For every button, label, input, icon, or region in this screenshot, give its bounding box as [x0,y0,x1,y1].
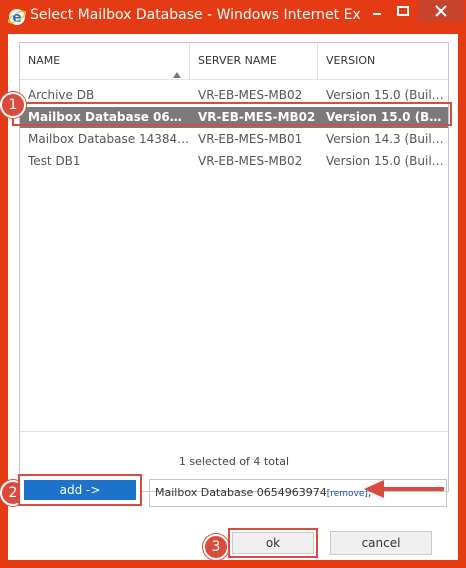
internet-explorer-icon: e [7,7,27,27]
annotation-arrow-icon [362,477,444,505]
minimize-button[interactable] [364,0,390,22]
table-row-selected[interactable]: Mailbox Database 06549... VR-EB-MES-MB02… [20,107,448,128]
column-header-name[interactable]: NAME [20,43,190,79]
database-table: NAME SERVER NAME VERSION Archive DB VR-E… [19,42,449,492]
table-row[interactable]: Mailbox Database 1438495... VR-EB-MES-MB… [20,129,448,150]
selected-database-value: Mailbox Database 0654963974 [155,486,327,499]
maximize-button[interactable] [390,0,416,22]
table-row[interactable]: Test DB1 VR-EB-MES-MB02 Version 15.0 (Bu… [20,151,448,172]
close-button[interactable] [418,0,464,22]
cancel-button[interactable]: cancel [330,531,432,555]
column-header-server[interactable]: SERVER NAME [190,43,318,79]
title-bar[interactable]: e Select Mailbox Database - Windows Inte… [0,0,466,34]
column-header-version[interactable]: VERSION [318,43,448,79]
window-title: Select Mailbox Database - Windows Intern… [30,7,362,23]
add-button[interactable]: add -> [24,480,136,500]
annotation-highlight-add: add -> [18,474,142,506]
annotation-highlight-ok: ok [228,528,318,558]
dialog-window: e Select Mailbox Database - Windows Inte… [0,0,466,568]
dialog-body: NAME SERVER NAME VERSION Archive DB VR-E… [0,34,458,560]
table-header: NAME SERVER NAME VERSION [20,43,448,80]
table-row[interactable]: Archive DB VR-EB-MES-MB02 Version 15.0 (… [20,85,448,106]
annotation-badge-1: 1 [0,92,26,118]
ok-button[interactable]: ok [232,532,314,554]
annotation-badge-3: 3 [203,534,229,560]
